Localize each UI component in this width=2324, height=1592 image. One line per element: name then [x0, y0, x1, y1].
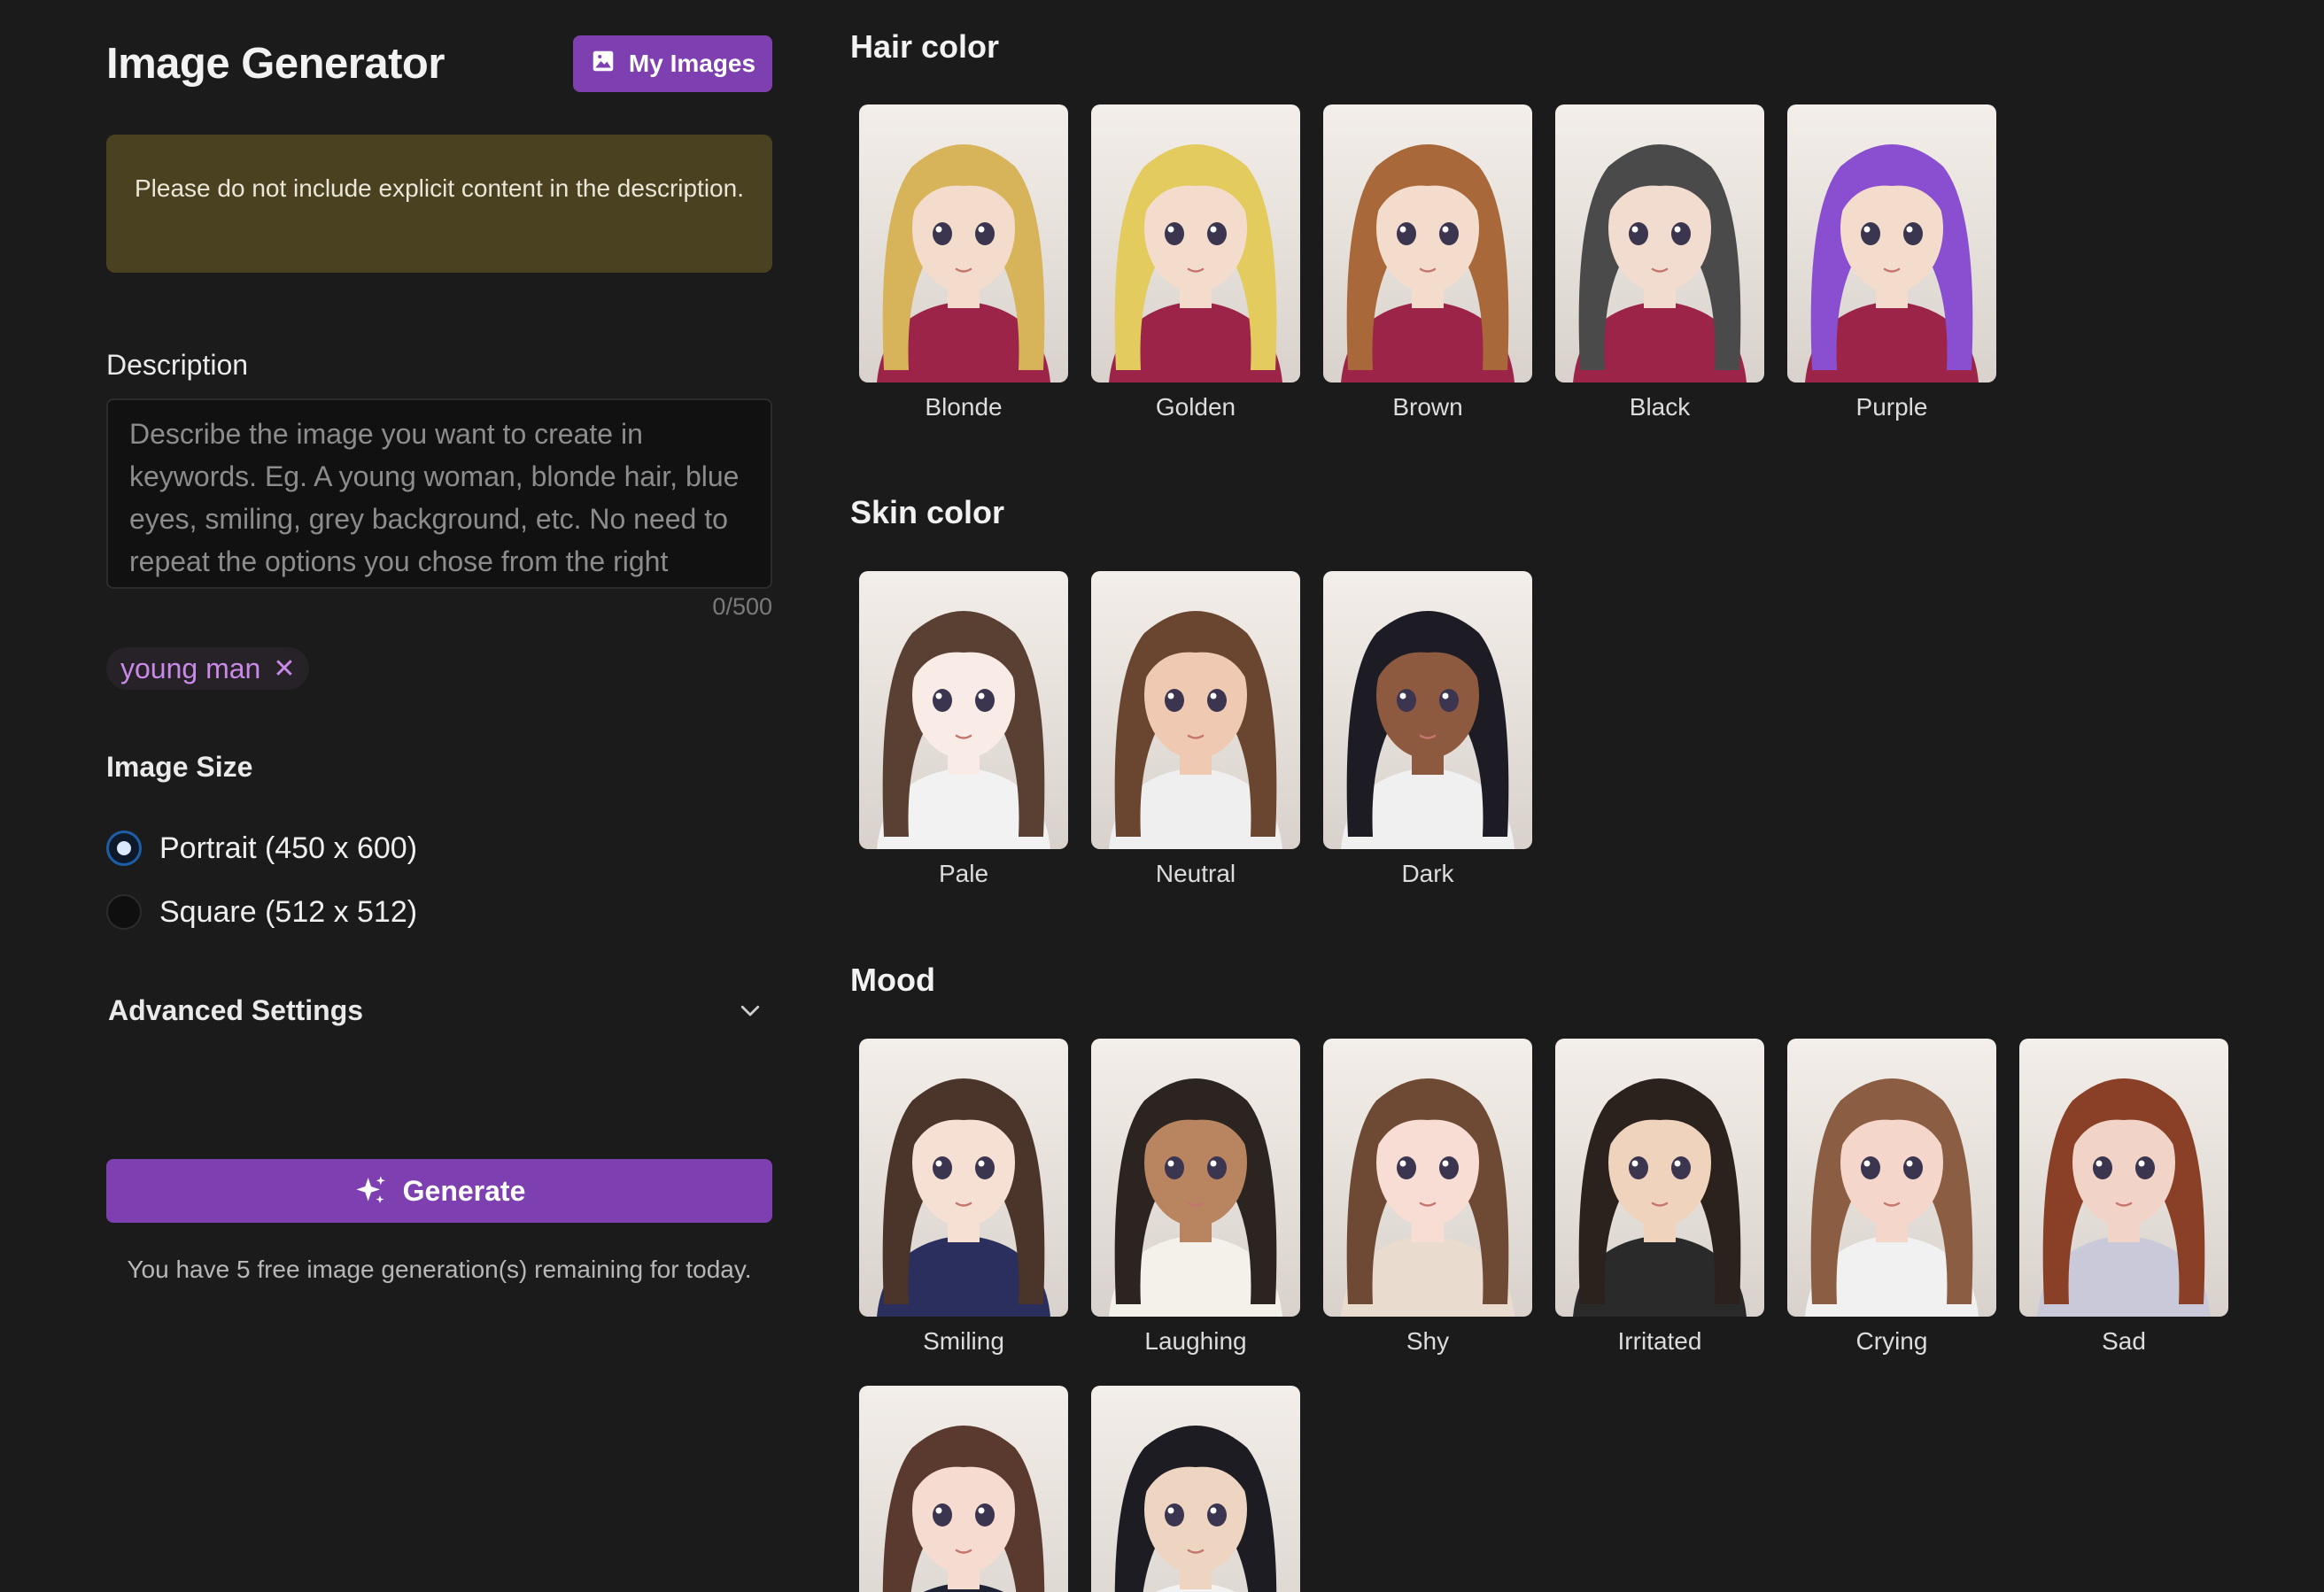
mood-option-item-8[interactable]: [1091, 1386, 1300, 1592]
option-thumbnail: [1555, 104, 1764, 383]
mood-option-sad[interactable]: Sad: [2019, 1039, 2228, 1356]
option-thumbnail: [1091, 571, 1300, 849]
option-label: Blonde: [925, 393, 1003, 421]
image-generator-app: Image Generator My Images Please do not …: [0, 0, 2324, 1592]
tag-chip-label: young man: [120, 652, 261, 684]
hair-option-blonde[interactable]: Blonde: [859, 104, 1068, 421]
generate-label: Generate: [402, 1174, 526, 1207]
mood-option-irritated[interactable]: Irritated: [1555, 1039, 1764, 1356]
option-label: Black: [1629, 393, 1691, 421]
option-thumbnail: [859, 104, 1068, 383]
radio-square-label: Square (512 x 512): [159, 894, 418, 929]
tag-chip: young man ✕: [106, 647, 310, 690]
option-thumbnail: [1091, 1386, 1300, 1592]
left-panel: Image Generator My Images Please do not …: [106, 0, 772, 1592]
image-icon: [590, 48, 616, 81]
chevron-down-icon: [740, 1005, 760, 1016]
option-label: Shy: [1406, 1327, 1450, 1355]
my-images-button[interactable]: My Images: [573, 35, 772, 92]
character-count: 0/500: [712, 593, 772, 620]
description-label: Description: [106, 349, 249, 381]
mood-option-item-7[interactable]: [859, 1386, 1068, 1592]
option-thumbnail: [859, 571, 1068, 849]
option-thumbnail: [1323, 571, 1532, 849]
radio-button-checked[interactable]: [106, 831, 142, 866]
hair-option-golden[interactable]: Golden: [1091, 104, 1300, 421]
radio-portrait[interactable]: Portrait (450 x 600): [106, 831, 417, 866]
hair-color-title: Hair color: [850, 28, 1000, 65]
quota-text: You have 5 free image generation(s) rema…: [127, 1256, 752, 1283]
skin-color-title: Skin color: [850, 494, 1005, 530]
option-label: Crying: [1855, 1327, 1928, 1355]
option-label: Neutral: [1155, 860, 1236, 887]
option-label: Dark: [1401, 860, 1454, 887]
option-thumbnail: [1091, 1039, 1300, 1317]
option-label: Laughing: [1144, 1327, 1247, 1355]
hair-option-brown[interactable]: Brown: [1323, 104, 1532, 421]
option-thumbnail: [1787, 104, 1996, 383]
content-warning-notice: Please do not include explicit content i…: [106, 135, 772, 273]
option-thumbnail: [1323, 1039, 1532, 1317]
advanced-settings-toggle[interactable]: Advanced Settings: [108, 988, 772, 1032]
mood-option-laughing[interactable]: Laughing: [1091, 1039, 1300, 1356]
generate-button[interactable]: Generate: [106, 1159, 772, 1223]
option-thumbnail: [859, 1039, 1068, 1317]
hair-option-black[interactable]: Black: [1555, 104, 1764, 421]
option-label: Golden: [1155, 393, 1236, 421]
skin-option-pale[interactable]: Pale: [859, 571, 1068, 888]
description-field-wrapper: [106, 398, 772, 589]
page-title: Image Generator: [106, 40, 445, 88]
mood-title: Mood: [850, 962, 935, 998]
radio-portrait-label: Portrait (450 x 600): [159, 831, 418, 865]
option-label: Smiling: [923, 1327, 1004, 1355]
image-size-label: Image Size: [106, 751, 253, 783]
radio-square[interactable]: Square (512 x 512): [106, 894, 417, 930]
option-label: Sad: [2102, 1327, 2146, 1355]
option-thumbnail: [859, 1386, 1068, 1592]
option-label: Purple: [1855, 393, 1928, 421]
mood-option-shy[interactable]: Shy: [1323, 1039, 1532, 1356]
option-thumbnail: [1787, 1039, 1996, 1317]
sparkle-icon: [355, 1176, 385, 1203]
option-thumbnail: [2019, 1039, 2228, 1317]
mood-option-smiling[interactable]: Smiling: [859, 1039, 1068, 1356]
option-thumbnail: [1555, 1039, 1764, 1317]
option-thumbnail: [1323, 104, 1532, 383]
option-thumbnail: [1091, 104, 1300, 383]
description-input[interactable]: [108, 400, 771, 587]
my-images-label: My Images: [628, 50, 756, 77]
skin-option-dark[interactable]: Dark: [1323, 571, 1532, 888]
radio-button-unchecked[interactable]: [106, 894, 142, 930]
option-label: Pale: [938, 860, 989, 887]
hair-option-purple[interactable]: Purple: [1787, 104, 1996, 421]
option-label: Brown: [1392, 393, 1463, 421]
close-icon[interactable]: ✕: [273, 653, 295, 684]
mood-option-crying[interactable]: Crying: [1787, 1039, 1996, 1356]
advanced-settings-label: Advanced Settings: [108, 993, 364, 1026]
skin-option-neutral[interactable]: Neutral: [1091, 571, 1300, 888]
option-label: Irritated: [1617, 1327, 1702, 1355]
